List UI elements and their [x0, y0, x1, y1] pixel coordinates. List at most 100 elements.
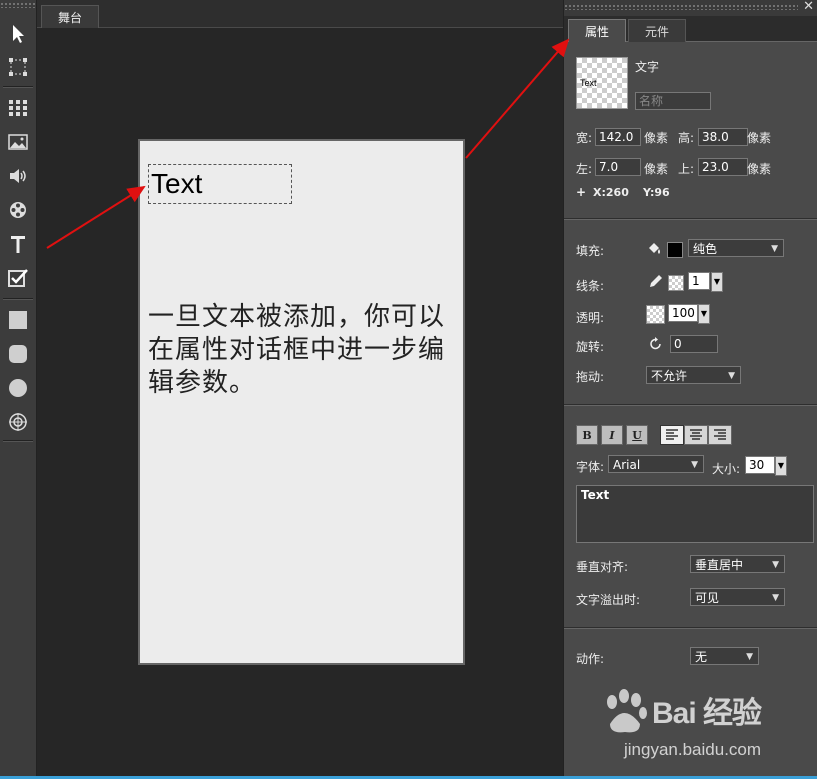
top-label: 上:: [678, 162, 695, 176]
cursor-x: X:260: [593, 186, 629, 199]
panel-title-bar: ✕: [564, 0, 817, 16]
drag-value: 不允许: [651, 369, 688, 383]
font-value: Arial: [613, 458, 641, 472]
rotate-label: 旋转:: [576, 340, 605, 354]
chevron-down-icon: ▼: [772, 593, 779, 603]
fill-mode-value: 纯色: [693, 242, 718, 256]
font-label: 字体:: [576, 460, 605, 474]
align-left-icon: [666, 429, 678, 440]
fill-color-swatch[interactable]: [667, 242, 683, 258]
image-icon[interactable]: [4, 128, 32, 156]
divider: [564, 218, 817, 220]
width-input[interactable]: 142.0: [595, 128, 641, 146]
action-value: 无: [695, 650, 708, 664]
text-object-label: Text: [151, 168, 203, 199]
italic-button[interactable]: I: [601, 425, 623, 445]
size-input[interactable]: 30: [745, 456, 775, 474]
tab-stage[interactable]: 舞台: [41, 5, 99, 28]
opacity-stepper[interactable]: ▼: [698, 304, 710, 324]
bold-button[interactable]: B: [576, 425, 598, 445]
rounded-rectangle-icon[interactable]: [4, 340, 32, 368]
align-center-icon: [690, 429, 702, 440]
stroke-label: 线条:: [576, 279, 605, 293]
size-label: 大小:: [712, 462, 741, 476]
name-input[interactable]: 名称: [635, 92, 711, 110]
sound-icon[interactable]: [4, 162, 32, 190]
overflow-label: 文字溢出时:: [576, 593, 641, 607]
circle-icon[interactable]: [4, 374, 32, 402]
align-right-button[interactable]: [708, 425, 732, 445]
fill-label: 填充:: [576, 244, 605, 258]
overflow-value: 可见: [695, 591, 720, 605]
paint-bucket-icon[interactable]: [646, 240, 662, 256]
height-unit: 像素: [747, 131, 772, 145]
toolbar-grip[interactable]: [0, 2, 36, 8]
opacity-input[interactable]: 100: [668, 304, 698, 322]
size-stepper[interactable]: ▼: [775, 456, 787, 476]
divider: [564, 627, 817, 629]
pencil-icon[interactable]: [648, 273, 664, 289]
valign-value: 垂直居中: [695, 558, 744, 572]
object-type-label: 文字: [635, 60, 660, 74]
panel-tab-bar: 属性 元件: [564, 16, 817, 42]
height-label: 高:: [678, 131, 695, 145]
panel-grip[interactable]: [564, 4, 798, 10]
opacity-swatch: [646, 305, 665, 324]
width-label: 宽:: [576, 131, 593, 145]
valign-select[interactable]: 垂直居中 ▼: [690, 555, 785, 573]
video-reel-icon[interactable]: [4, 196, 32, 224]
drag-select[interactable]: 不允许 ▼: [646, 366, 741, 384]
text-tool-icon[interactable]: [4, 230, 32, 258]
tab-properties[interactable]: 属性: [568, 19, 626, 42]
align-right-icon: [714, 429, 726, 440]
thumbnail-label: Text: [580, 78, 597, 88]
stage-area: 舞台 Text 一旦文本被添加，你可以在属性对话框中进一步编辑参数。: [37, 0, 563, 779]
target-icon[interactable]: [4, 408, 32, 436]
top-input[interactable]: 23.0: [698, 158, 748, 176]
left-input[interactable]: 7.0: [595, 158, 641, 176]
text-object[interactable]: Text: [148, 164, 292, 204]
tab-components[interactable]: 元件: [628, 19, 686, 42]
underline-button[interactable]: U: [626, 425, 648, 445]
canvas-paragraph: 一旦文本被添加，你可以在属性对话框中进一步编辑参数。: [148, 302, 446, 398]
divider: [564, 404, 817, 406]
chevron-down-icon: ▼: [728, 371, 735, 381]
checkbox-icon[interactable]: [4, 264, 32, 292]
height-input[interactable]: 38.0: [698, 128, 748, 146]
fill-mode-select[interactable]: 纯色 ▼: [688, 239, 784, 257]
rectangle-icon[interactable]: [4, 306, 32, 334]
select-arrow-icon[interactable]: [4, 20, 32, 48]
cursor-y: Y:96: [643, 186, 670, 199]
chevron-down-icon: ▼: [771, 244, 778, 254]
drag-label: 拖动:: [576, 370, 605, 384]
object-thumbnail: Text: [576, 57, 628, 109]
stroke-width-input[interactable]: 1: [688, 272, 710, 290]
overflow-select[interactable]: 可见 ▼: [690, 588, 785, 606]
close-icon[interactable]: ✕: [803, 0, 814, 14]
action-select[interactable]: 无 ▼: [690, 647, 759, 665]
grid-icon[interactable]: [4, 94, 32, 122]
opacity-label: 透明:: [576, 311, 605, 325]
top-unit: 像素: [747, 162, 772, 176]
action-label: 动作:: [576, 652, 605, 666]
stroke-color-swatch[interactable]: [668, 275, 684, 291]
width-unit: 像素: [644, 131, 669, 145]
text-content-field[interactable]: Text: [576, 485, 814, 543]
align-left-button[interactable]: [660, 425, 684, 445]
align-center-button[interactable]: [684, 425, 708, 445]
left-unit: 像素: [644, 162, 669, 176]
valign-label: 垂直对齐:: [576, 560, 629, 574]
chevron-down-icon: ▼: [746, 652, 753, 662]
stage-tab-bar: 舞台: [37, 0, 563, 28]
cursor-plus: +: [576, 185, 587, 199]
properties-panel: ✕ 属性 元件 Text 文字 名称 宽: 142.0 像素 高: 38.0 像…: [563, 0, 817, 779]
chevron-down-icon: ▼: [691, 460, 698, 470]
rotate-icon: [648, 336, 664, 352]
stage-canvas[interactable]: Text 一旦文本被添加，你可以在属性对话框中进一步编辑参数。: [138, 139, 465, 665]
rotate-input[interactable]: 0: [670, 335, 718, 353]
stroke-width-stepper[interactable]: ▼: [711, 272, 723, 292]
tool-palette: [0, 0, 37, 779]
transform-icon[interactable]: [4, 53, 32, 81]
left-label: 左:: [576, 162, 593, 176]
font-select[interactable]: Arial ▼: [608, 455, 704, 473]
